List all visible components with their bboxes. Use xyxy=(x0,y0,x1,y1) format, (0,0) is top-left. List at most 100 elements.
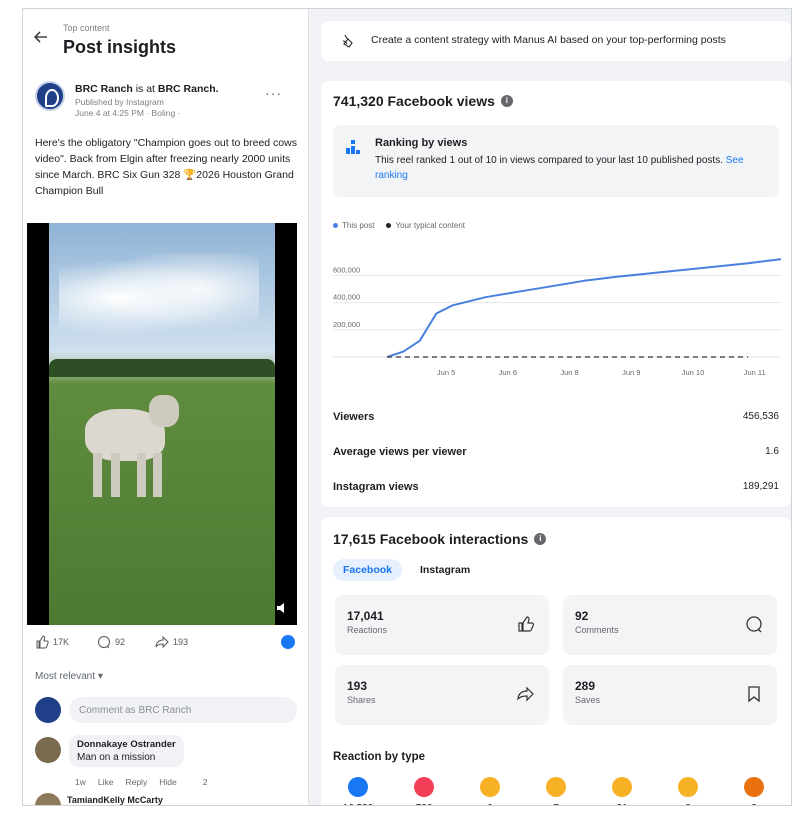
chart-legend: This post Your typical content xyxy=(333,221,465,230)
clouds xyxy=(59,253,259,343)
metric-value: 193 xyxy=(347,679,368,693)
video-player[interactable] xyxy=(27,223,297,625)
stat-instagram-views: Instagram views 189,291 xyxy=(333,481,779,501)
reaction-count: 3 xyxy=(731,803,777,805)
metric-value: 92 xyxy=(575,609,589,623)
video-frame xyxy=(49,223,275,625)
views-title: 741,320 Facebook views i xyxy=(333,93,513,109)
x-tick-label: Jun 11 xyxy=(744,368,766,377)
comment-icon xyxy=(98,636,110,649)
platform-tabs: Facebook Instagram xyxy=(333,559,480,581)
breadcrumb[interactable]: Top content xyxy=(63,23,110,33)
x-tick-label: Jun 8 xyxy=(560,368,578,377)
stat-label: Viewers xyxy=(333,411,375,423)
commenter-avatar[interactable] xyxy=(35,793,61,805)
reaction-like: 16,539 xyxy=(335,777,381,805)
y-tick-label: 400,000 xyxy=(333,293,360,302)
love-reaction-icon xyxy=(414,777,434,797)
tab-instagram[interactable]: Instagram xyxy=(410,559,480,581)
ranking-box: Ranking by views This reel ranked 1 out … xyxy=(333,125,779,197)
bookmark-icon xyxy=(748,686,760,703)
author-name[interactable]: BRC Ranch xyxy=(75,83,133,95)
info-icon[interactable]: i xyxy=(534,533,547,545)
x-tick-label: Jun 6 xyxy=(499,368,517,377)
ranking-title: Ranking by views xyxy=(375,137,468,149)
commenter-avatar[interactable] xyxy=(35,737,61,763)
avatar[interactable] xyxy=(35,81,65,111)
metric-label: Saves xyxy=(575,695,601,705)
metric-label: Shares xyxy=(347,695,376,705)
post-panel: Top content Post insights BRC Ranch is a… xyxy=(23,9,309,805)
share-action[interactable]: 193 xyxy=(155,635,188,649)
thumbs-up-icon xyxy=(518,616,535,632)
page-title: Post insights xyxy=(63,37,177,57)
thumbs-up-icon xyxy=(36,635,49,649)
reaction-wow: 21 xyxy=(599,777,645,805)
stat-value: 189,291 xyxy=(742,481,779,492)
comment-reply-button[interactable]: Reply xyxy=(125,777,147,787)
insights-panel: Create a content strategy with Manus AI … xyxy=(321,9,791,805)
legend-this-post: This post xyxy=(333,221,374,230)
comment-action[interactable]: 92 xyxy=(97,635,125,649)
sparkle-hand-icon xyxy=(342,34,353,48)
ai-strategy-banner[interactable]: Create a content strategy with Manus AI … xyxy=(321,21,791,61)
info-icon[interactable]: i xyxy=(500,95,513,107)
comment-sort[interactable]: Most relevant ▾ xyxy=(35,671,103,682)
y-tick-label: 200,000 xyxy=(333,320,360,329)
stat-label: Average views per viewer xyxy=(333,446,467,458)
this-post-line xyxy=(386,258,782,358)
care-reaction-icon xyxy=(480,777,500,797)
views-title-text: 741,320 Facebook views xyxy=(333,93,495,109)
comment-reaction-count: 2 xyxy=(202,777,208,787)
tab-facebook[interactable]: Facebook xyxy=(333,559,403,581)
wow-reaction-icon xyxy=(612,777,632,797)
views-card: 741,320 Facebook views i Ranking by view… xyxy=(321,81,791,507)
metric-value: 289 xyxy=(575,679,596,693)
comment-text: Man on a mission xyxy=(77,752,156,763)
reaction-count: 16,539 xyxy=(335,803,381,805)
reaction-type-title: Reaction by type xyxy=(333,751,426,763)
is-at-text: is at xyxy=(135,83,155,95)
reaction-count: 7 xyxy=(533,803,579,805)
comment-bubble: Donnakaye Ostrander Man on a mission xyxy=(69,735,184,767)
ranking-text: This reel ranked 1 out of 10 in views co… xyxy=(375,153,765,183)
like-action[interactable]: 17K xyxy=(35,635,69,649)
like-reaction-icon xyxy=(348,777,368,797)
page-identity-icon[interactable] xyxy=(281,635,295,649)
reaction-count: 0 xyxy=(467,803,513,805)
comment-count: 92 xyxy=(115,637,126,647)
more-options-icon[interactable]: ··· xyxy=(265,85,282,101)
author-line: BRC Ranch is at BRC Ranch. xyxy=(75,83,219,95)
share-icon xyxy=(517,686,534,702)
back-arrow-icon[interactable] xyxy=(33,29,49,45)
share-count: 193 xyxy=(173,637,189,647)
comment-hide-button[interactable]: Hide xyxy=(159,777,176,787)
chevron-down-icon: ▾ xyxy=(97,671,103,682)
post-meta: Published by Instagram June 4 at 4:25 PM… xyxy=(75,97,180,119)
comment-meta: 1w Like Reply Hide 2 xyxy=(75,777,207,787)
commenter-name[interactable]: Donnakaye Ostrander xyxy=(77,739,176,750)
next-commenter-name[interactable]: TamiandKelly McCarty xyxy=(67,795,163,805)
legend-typical: Your typical content xyxy=(386,221,465,230)
stat-viewers: Viewers 456,536 xyxy=(333,411,779,431)
stat-label: Instagram views xyxy=(333,481,419,493)
volume-icon[interactable] xyxy=(275,601,289,615)
tree-line xyxy=(49,359,275,377)
x-tick-label: Jun 5 xyxy=(437,368,455,377)
published-by: Published by Instagram xyxy=(75,97,164,107)
post-date[interactable]: June 4 at 4:25 PM · Boling · xyxy=(75,108,180,119)
place-name[interactable]: BRC Ranch. xyxy=(158,83,219,95)
metric-label: Comments xyxy=(575,625,619,635)
metric-shares: 193 Shares xyxy=(335,665,549,725)
interactions-title-text: 17,615 Facebook interactions xyxy=(333,531,529,547)
ranking-icon xyxy=(346,140,360,154)
comment-input[interactable] xyxy=(69,697,297,723)
reaction-count: 726 xyxy=(401,803,447,805)
ai-banner-text: Create a content strategy with Manus AI … xyxy=(371,34,726,46)
bull-image xyxy=(85,391,185,511)
comment-age: 1w xyxy=(75,777,86,787)
reaction-count: 2 xyxy=(665,803,711,805)
post-actions: 17K 92 193 xyxy=(35,635,305,653)
comment-like-button[interactable]: Like xyxy=(98,777,114,787)
header: Top content Post insights xyxy=(23,9,308,65)
